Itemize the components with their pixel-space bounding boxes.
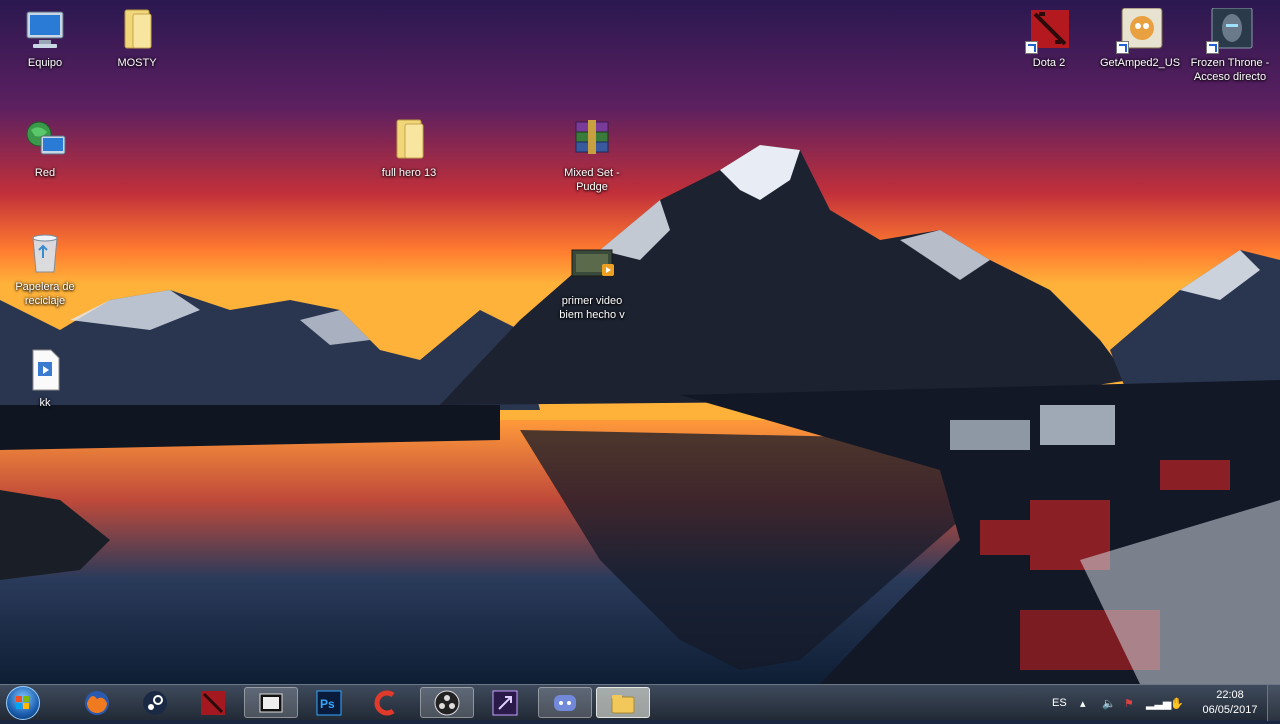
show-desktop-button[interactable] — [1267, 685, 1280, 721]
taskbar-dota2[interactable] — [186, 687, 240, 718]
clock-time: 22:08 — [1216, 689, 1244, 701]
recycle-bin-icon — [21, 232, 69, 278]
network-signal-icon[interactable]: ▂▃▅ — [1146, 697, 1171, 710]
getamped2-icon — [1116, 7, 1164, 54]
desktop-icon-label: Mixed Set - Pudge — [564, 167, 620, 193]
chevron-up-icon[interactable]: ▴ — [1080, 697, 1086, 710]
frozen-throne-icon — [1206, 7, 1254, 54]
taskbar-obs[interactable] — [420, 687, 474, 718]
desktop-icon-label: Frozen Throne - Acceso directo — [1190, 57, 1270, 83]
speaker-icon[interactable]: 🔈 — [1102, 697, 1116, 710]
desktop-icon-label: kk — [39, 397, 51, 409]
desktop-icon-mosty[interactable]: MOSTY — [95, 8, 179, 70]
firefox-icon — [85, 690, 109, 715]
language-indicator[interactable]: ES — [1052, 697, 1067, 709]
tray-action-center[interactable]: ⚑ — [1124, 685, 1134, 721]
dota2-icon — [1025, 8, 1073, 54]
file-explorer-icon — [611, 694, 635, 713]
folder-icon — [113, 8, 161, 54]
clock-date: 06/05/2017 — [1202, 704, 1258, 716]
desktop-icon-label: Papelera de reciclaje — [15, 281, 75, 307]
dota2-icon — [201, 690, 225, 715]
desktop-icon-frozen-throne[interactable]: Frozen Throne - Acceso directo — [1188, 7, 1272, 84]
desktop-icon-mixed-set-pudge[interactable]: Mixed Set - Pudge — [550, 118, 634, 194]
folder-icon — [385, 118, 433, 164]
flag-icon[interactable]: ⚑ — [1124, 697, 1134, 710]
media-file-icon — [21, 348, 69, 394]
desktop-icon-red[interactable]: Red — [3, 118, 87, 180]
desktop-icon-getamped2[interactable]: GetAmped2_US — [1098, 7, 1182, 70]
desktop-icon-primer-video[interactable]: primer video biem hecho v — [550, 246, 634, 322]
shortcut-arrow-icon — [1025, 41, 1038, 54]
tray-app[interactable]: ✋ — [1170, 685, 1184, 721]
tray-network[interactable]: ▂▃▅ — [1146, 685, 1171, 721]
desktop-wallpaper — [0, 0, 1280, 684]
desktop-icon-equipo[interactable]: Equipo — [3, 8, 87, 70]
desktop-icon-label: GetAmped2_US — [1099, 57, 1181, 69]
video-file-icon — [568, 246, 616, 292]
desktop-icon-label: Equipo — [27, 57, 63, 69]
start-button[interactable] — [6, 686, 40, 720]
desktop-icon-label: Dota 2 — [1032, 57, 1066, 69]
svg-text:Ps: Ps — [320, 697, 335, 711]
winrar-archive-icon — [568, 118, 616, 164]
tray-volume[interactable]: 🔈 — [1102, 685, 1116, 721]
taskbar-ccleaner[interactable] — [360, 687, 414, 718]
photoshop-icon: Ps — [316, 690, 342, 715]
video-editor-icon — [259, 693, 283, 712]
taskbar-photoshop[interactable]: Ps — [302, 687, 356, 718]
shortcut-arrow-icon — [1206, 41, 1219, 54]
desktop-icon-kk[interactable]: kk — [3, 348, 87, 410]
discord-icon — [554, 694, 576, 711]
taskbar-firefox[interactable] — [70, 687, 124, 718]
taskbar-steam[interactable] — [128, 687, 182, 718]
desktop-icon-label: MOSTY — [117, 57, 157, 69]
ccleaner-icon — [374, 690, 395, 715]
taskbar-premiere[interactable] — [478, 687, 532, 718]
tray-show-hidden[interactable]: ▴ — [1080, 685, 1086, 721]
steam-icon — [143, 690, 167, 715]
network-icon — [21, 118, 69, 164]
hand-icon[interactable]: ✋ — [1170, 697, 1184, 710]
computer-icon — [21, 8, 69, 54]
taskbar-discord[interactable] — [538, 687, 592, 718]
obs-icon — [434, 690, 460, 715]
desktop-icon-dota-2[interactable]: Dota 2 — [1007, 8, 1091, 70]
tray-language[interactable]: ES — [1052, 685, 1067, 721]
desktop-icon-label: full hero 13 — [381, 167, 437, 179]
premiere-icon — [492, 690, 518, 715]
taskbar-video-editor[interactable] — [244, 687, 298, 718]
taskbar-file-explorer[interactable] — [596, 687, 650, 718]
desktop-icon-full-hero-13[interactable]: full hero 13 — [367, 118, 451, 180]
desktop-icon-papelera[interactable]: Papelera de reciclaje — [3, 232, 87, 308]
clock[interactable]: 22:08 06/05/2017 — [1200, 688, 1260, 718]
taskbar: Ps ES ▴ 🔈 ⚑ ▂▃▅ ✋ 22:08 06/05/2017 — [0, 684, 1280, 721]
desktop-icon-label: primer video biem hecho v — [559, 295, 625, 321]
windows-logo-icon — [16, 696, 29, 709]
shortcut-arrow-icon — [1116, 41, 1129, 54]
desktop-icon-label: Red — [34, 167, 56, 179]
